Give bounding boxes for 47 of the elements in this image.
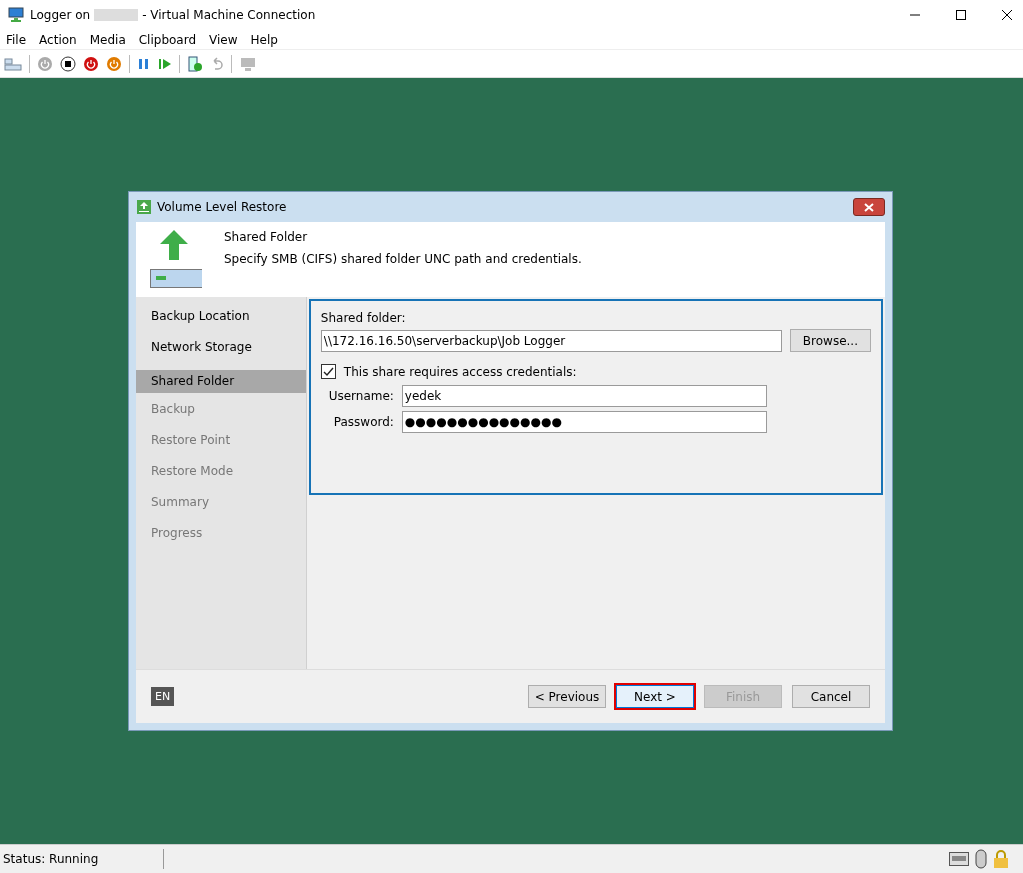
mouse-icon: [975, 849, 987, 869]
wizard-step[interactable]: Network Storage: [136, 337, 306, 368]
wizard-step[interactable]: Backup Location: [136, 306, 306, 337]
pause-icon[interactable]: [137, 56, 151, 71]
field-label: Password:: [332, 415, 394, 429]
menu-item[interactable]: View: [209, 32, 238, 47]
language-badge: EN: [151, 687, 175, 706]
wizard-button[interactable]: < Previous: [528, 685, 606, 708]
browse-button[interactable]: Browse...: [789, 329, 871, 352]
play-icon[interactable]: [158, 56, 172, 71]
restore-icon: [136, 199, 152, 215]
field-label: Username:: [327, 389, 394, 403]
wizard-button[interactable]: Next >: [616, 685, 694, 708]
window-title: Logger on: [30, 8, 91, 22]
checkpoint-icon[interactable]: [187, 55, 203, 72]
power-icon[interactable]: [37, 55, 53, 72]
blurred-text: [94, 9, 139, 21]
lock-icon: [993, 850, 1009, 868]
checkbox[interactable]: [320, 364, 336, 379]
menu-item[interactable]: Media: [89, 32, 126, 47]
menu-item[interactable]: Help: [250, 32, 278, 47]
username-field[interactable]: yedek: [401, 385, 767, 407]
checkbox-label: This share requires access credentials:: [343, 364, 577, 379]
revert-icon[interactable]: [210, 56, 224, 71]
stop-icon[interactable]: [60, 55, 76, 72]
status-text: Status: Running: [3, 852, 99, 866]
ctrl-alt-del-icon[interactable]: [4, 55, 22, 72]
wizard-step[interactable]: Shared Folder: [136, 370, 306, 393]
wizard-button[interactable]: Cancel: [792, 685, 870, 708]
close-icon: [864, 202, 874, 212]
maximize-icon[interactable]: [955, 9, 967, 21]
window-title: - Virtual Machine Connection: [142, 8, 316, 22]
power-icon[interactable]: [106, 55, 122, 72]
menu-item[interactable]: Action: [39, 32, 77, 47]
menu-item[interactable]: Clipboard: [138, 32, 197, 47]
monitor-icon: [8, 7, 24, 23]
menu-item[interactable]: File: [6, 32, 27, 47]
dialog-title: Volume Level Restore: [157, 200, 287, 214]
keyboard-icon: [949, 852, 969, 866]
close-icon[interactable]: [1001, 9, 1013, 21]
step-title: Shared Folder: [224, 230, 309, 244]
password-field[interactable]: ●●●●●●●●●●●●●●●: [401, 411, 767, 433]
step-description: Specify SMB (CIFS) shared folder UNC path and credentials.: [224, 252, 582, 266]
field-label: Shared folder:: [320, 311, 407, 325]
power-icon[interactable]: [83, 55, 99, 72]
close-button[interactable]: [853, 198, 885, 216]
shared-folder-field[interactable]: \\172.16.16.50\serverbackup\Job Logger: [320, 329, 782, 352]
